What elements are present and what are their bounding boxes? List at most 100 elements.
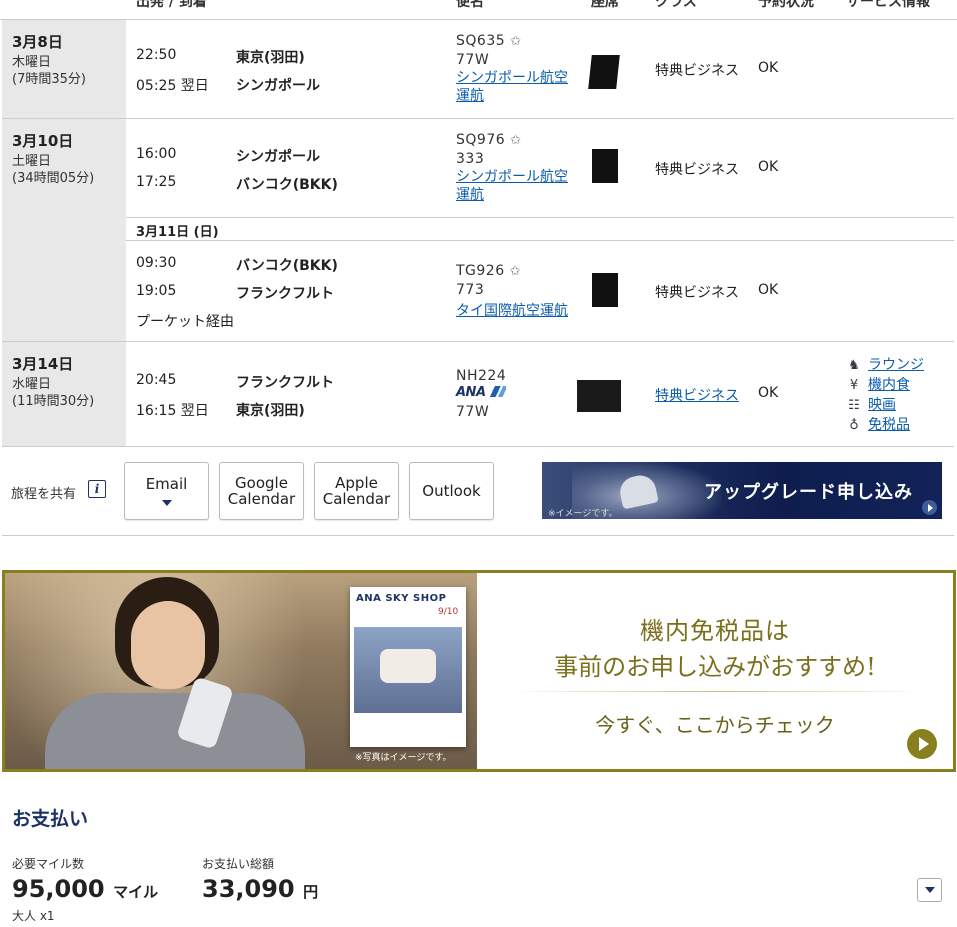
lounge-icon: ♞ [848,358,860,373]
arr-city: 東京(羽田) [236,403,305,419]
apple-calendar-button[interactable]: Apple Calendar [314,462,399,520]
aircraft-type: 77W [456,404,490,420]
date-column: 3月14日 水曜日 (11時間30分) [2,342,126,446]
dep-city: フランクフルト [236,375,334,391]
arr-city: フランクフルト [236,286,334,302]
date-column: 3月8日 木曜日 (7時間35分) [2,20,126,118]
fare-class: 特典ビジネス [655,63,739,79]
col-seat: 座席 [591,0,619,10]
segment-2: 3月10日 土曜日 (34時間05分) 16:00 シンガポール 17:25 バ… [2,119,954,342]
operated-by-link[interactable]: シンガポール航空運航 [456,168,576,204]
booking-status: OK [758,60,779,76]
service-meal[interactable]: ¥ 機内食 [846,374,910,394]
star-icon: ✩ [510,34,522,49]
email-button[interactable]: Email [124,462,209,520]
col-service: サービス情報 [846,0,930,10]
arr-city: バンコク(BKK) [236,177,338,193]
operated-by-link[interactable]: シンガポール航空運航 [456,69,576,105]
seat-redacted [592,273,618,307]
via-note: プーケット経由 [136,314,234,330]
miles-label: 必要マイル数 [12,857,85,871]
aircraft-type: 773 [456,282,485,298]
pax-count: 大人 x1 [12,909,55,923]
dep-time: 22:50 [136,47,177,63]
segment-date: 3月8日 [12,33,63,51]
expand-payment-button[interactable] [917,878,942,902]
chevron-down-icon [161,500,172,506]
seat-redacted [588,55,620,89]
booking-status: OK [758,282,779,298]
col-class: クラス [655,0,697,10]
promo-line-1: 機内免税品は [640,617,790,645]
promo-photo: ANA SKY SHOP 9/10 ※写真はイメージです。 [5,573,477,769]
photo-note: ※写真はイメージです。 [355,753,452,763]
dep-time: 09:30 [136,255,177,271]
service-dutyfree[interactable]: ♁ 免税品 [846,414,910,434]
play-arrow-icon[interactable] [907,729,937,759]
promo-text-panel: 機内免税品は 事前のお申し込みがおすすめ! 今すぐ、ここからチェック [477,573,953,769]
dep-city: 東京(羽田) [236,50,305,66]
google-calendar-button[interactable]: Google Calendar [219,462,304,520]
col-flight: 便名 [456,0,484,10]
miles-amount: 95,000 マイル [12,875,159,903]
image-caption: ※イメージです。 [548,509,618,519]
payment-title: お支払い [12,808,89,830]
arr-time: 17:25 [136,174,177,190]
flight-number: SQ976 ✩ [456,132,522,148]
info-icon[interactable]: i [88,480,106,498]
dep-city: バンコク(BKK) [236,258,338,274]
fare-class: 特典ビジネス [655,162,739,178]
segment-date: 3月10日 [12,132,74,150]
arr-time: 19:05 [136,283,177,299]
service-movie[interactable]: ☷ 映画 [846,394,896,414]
booking-status: OK [758,159,779,175]
person-face [131,601,205,689]
share-label: 旅程を共有 [11,487,77,502]
day-separator: 3月11日 (日) [126,217,954,241]
upgrade-title: アップグレード申し込み [704,482,913,503]
booking-status: OK [758,385,779,401]
promo-line-2: 事前のお申し込みがおすすめ! [554,653,876,681]
fare-class-link[interactable]: 特典ビジネス [655,385,739,405]
star-icon: ✩ [510,133,522,148]
day-label: 3月11日 (日) [136,225,219,240]
flight-number: NH224 [456,368,507,384]
arr-time: 16:15 翌日 [136,403,209,419]
operated-by-link[interactable]: タイ国際航空運航 [456,300,568,320]
seat-redacted [577,380,621,412]
segment-duration: (34時間05分) [12,171,95,186]
segment-duration: (7時間35分) [12,72,86,87]
outlook-button[interactable]: Outlook [409,462,494,520]
segment-date: 3月14日 [12,355,74,373]
arr-time: 05:25 翌日 [136,78,209,94]
col-status: 予約状況 [758,0,814,10]
meal-icon: ¥ [849,378,859,393]
segment-duration: (11時間30分) [12,394,95,409]
flight-number: TG926 ✩ [456,263,521,279]
flight-number: SQ635 ✩ [456,33,522,49]
dep-time: 20:45 [136,372,177,388]
col-dep-arr: 出発 / 到着 [136,0,207,10]
ana-logo: ANA [456,384,508,400]
magazine: ANA SKY SHOP 9/10 [350,587,466,747]
dep-time: 16:00 [136,146,177,162]
total-amount: 33,090 円 [202,875,319,903]
dutyfree-banner[interactable]: ANA SKY SHOP 9/10 ※写真はイメージです。 機内免税品は 事前の… [2,570,956,772]
total-label: お支払い総額 [202,857,275,871]
service-lounge[interactable]: ♞ ラウンジ [846,354,924,374]
segment-1: 3月8日 木曜日 (7時間35分) 22:50 東京(羽田) 05:25 翌日 … [2,20,954,119]
promo-line-3: 今すぐ、ここからチェック [595,713,835,737]
aircraft-type: 77W [456,52,490,68]
star-icon: ✩ [509,264,521,279]
fare-class: 特典ビジネス [655,285,739,301]
upgrade-banner[interactable]: ※イメージです。 アップグレード申し込み [542,462,942,519]
table-header: 出発 / 到着 便名 座席 クラス 予約状況 サービス情報 [0,0,957,20]
dutyfree-icon: ♁ [849,418,859,433]
arr-city: シンガポール [236,78,320,94]
seat-redacted [592,149,618,183]
dep-city: シンガポール [236,149,320,165]
person-body [45,693,305,769]
chevron-down-icon [924,887,935,893]
segment-3: 3月14日 水曜日 (11時間30分) 20:45 フランクフルト 16:15 … [2,342,954,447]
aircraft-type: 333 [456,151,485,167]
